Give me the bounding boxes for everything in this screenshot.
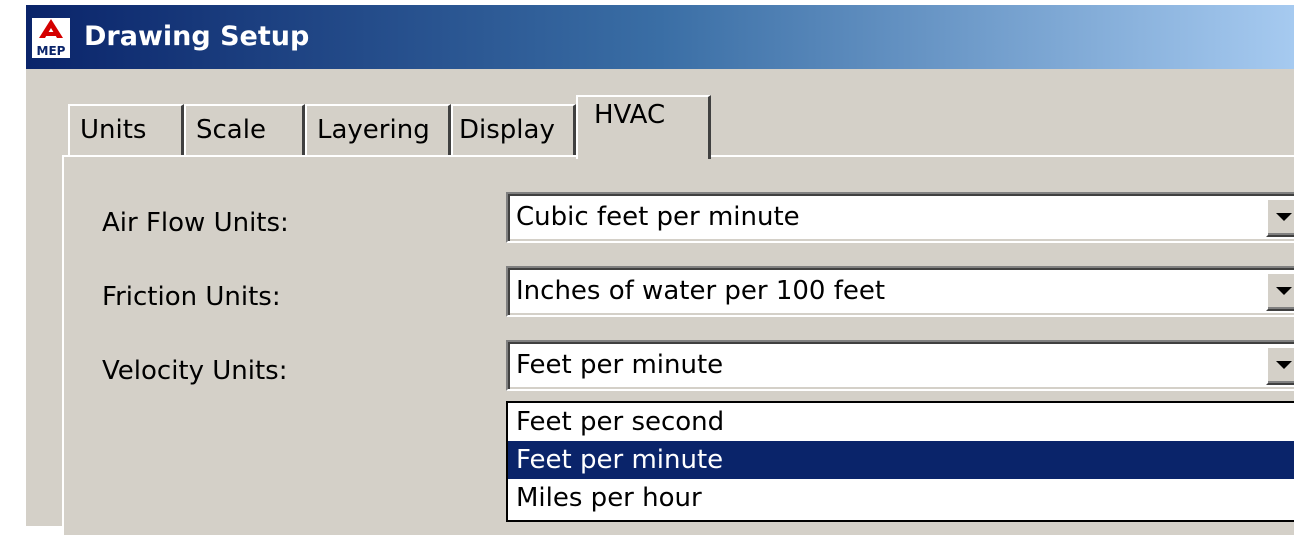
chevron-down-icon — [1276, 213, 1292, 221]
air-flow-units-label: Air Flow Units: — [102, 208, 289, 238]
velocity-units-select[interactable]: Feet per minute — [506, 340, 1294, 391]
title-bar[interactable]: MEP Drawing Setup — [26, 5, 1294, 69]
tab-hvac[interactable]: HVAC — [576, 95, 711, 159]
tab-display[interactable]: Display — [451, 104, 576, 156]
air-flow-units-value: Cubic feet per minute — [516, 202, 800, 232]
friction-dropdown-button[interactable] — [1266, 272, 1294, 311]
velocity-units-label: Velocity Units: — [102, 356, 288, 386]
tab-units[interactable]: Units — [68, 104, 184, 156]
option-feet-per-second[interactable]: Feet per second — [508, 403, 1294, 441]
tab-display-label: Display — [459, 115, 555, 145]
window-title: Drawing Setup — [84, 21, 310, 52]
tab-layering-label: Layering — [317, 115, 430, 145]
tab-hvac-label: HVAC — [594, 100, 666, 130]
friction-units-select[interactable]: Inches of water per 100 feet — [506, 266, 1294, 317]
chevron-down-icon — [1276, 361, 1292, 369]
tab-scale-label: Scale — [196, 115, 266, 145]
tab-units-label: Units — [80, 115, 147, 145]
drawing-setup-window: MEP Drawing Setup Units Scale Layering D… — [24, 3, 1294, 535]
chevron-down-icon — [1276, 287, 1292, 295]
air-flow-dropdown-button[interactable] — [1266, 198, 1294, 237]
air-flow-units-select[interactable]: Cubic feet per minute — [506, 192, 1294, 243]
autocad-mep-icon: MEP — [32, 18, 70, 58]
friction-units-value: Inches of water per 100 feet — [516, 276, 886, 306]
velocity-units-dropdown-list: Feet per second Feet per minute Miles pe… — [506, 401, 1294, 522]
option-feet-per-minute[interactable]: Feet per minute — [508, 441, 1294, 479]
tab-layering[interactable]: Layering — [305, 104, 451, 156]
velocity-units-value: Feet per minute — [516, 350, 724, 380]
svg-text:MEP: MEP — [37, 44, 66, 58]
option-miles-per-hour[interactable]: Miles per hour — [508, 479, 1294, 517]
velocity-dropdown-button[interactable] — [1266, 346, 1294, 385]
tab-scale[interactable]: Scale — [184, 104, 305, 156]
friction-units-label: Friction Units: — [102, 282, 281, 312]
